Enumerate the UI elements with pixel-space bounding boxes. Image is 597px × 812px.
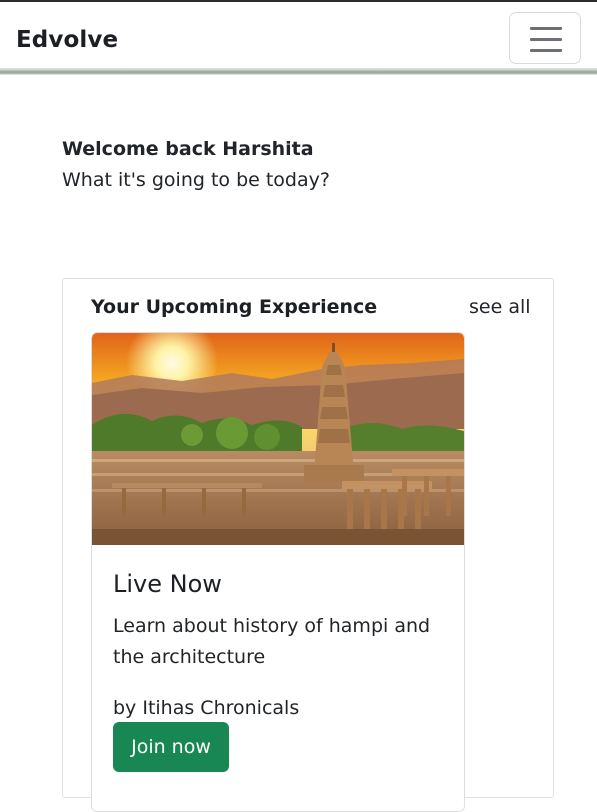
experience-description: Learn about history of hampi and the arc…: [113, 615, 431, 668]
experience-author: by Itihas Chronicals: [113, 697, 300, 719]
navbar: Edvolve: [0, 2, 597, 68]
upcoming-experience-card: Your Upcoming Experience see all Live No…: [62, 278, 554, 812]
live-status-title: Live Now: [113, 570, 222, 598]
brand-logo-text[interactable]: Edvolve: [16, 26, 118, 54]
upcoming-section-title: Your Upcoming Experience: [91, 296, 378, 318]
join-now-button[interactable]: Join now: [113, 722, 229, 772]
welcome-subtitle: What it's going to be today?: [62, 169, 330, 191]
welcome-title: Welcome back Harshita: [62, 138, 314, 160]
hampi-temple-image: [92, 333, 464, 545]
see-all-link[interactable]: see all: [469, 295, 531, 319]
welcome-section: Welcome back Harshita What it's going to…: [62, 137, 330, 193]
navbar-toggler-button[interactable]: [509, 12, 581, 64]
experience-card: Live Now Learn about history of hampi an…: [91, 332, 465, 812]
navbar-divider: [0, 68, 597, 75]
